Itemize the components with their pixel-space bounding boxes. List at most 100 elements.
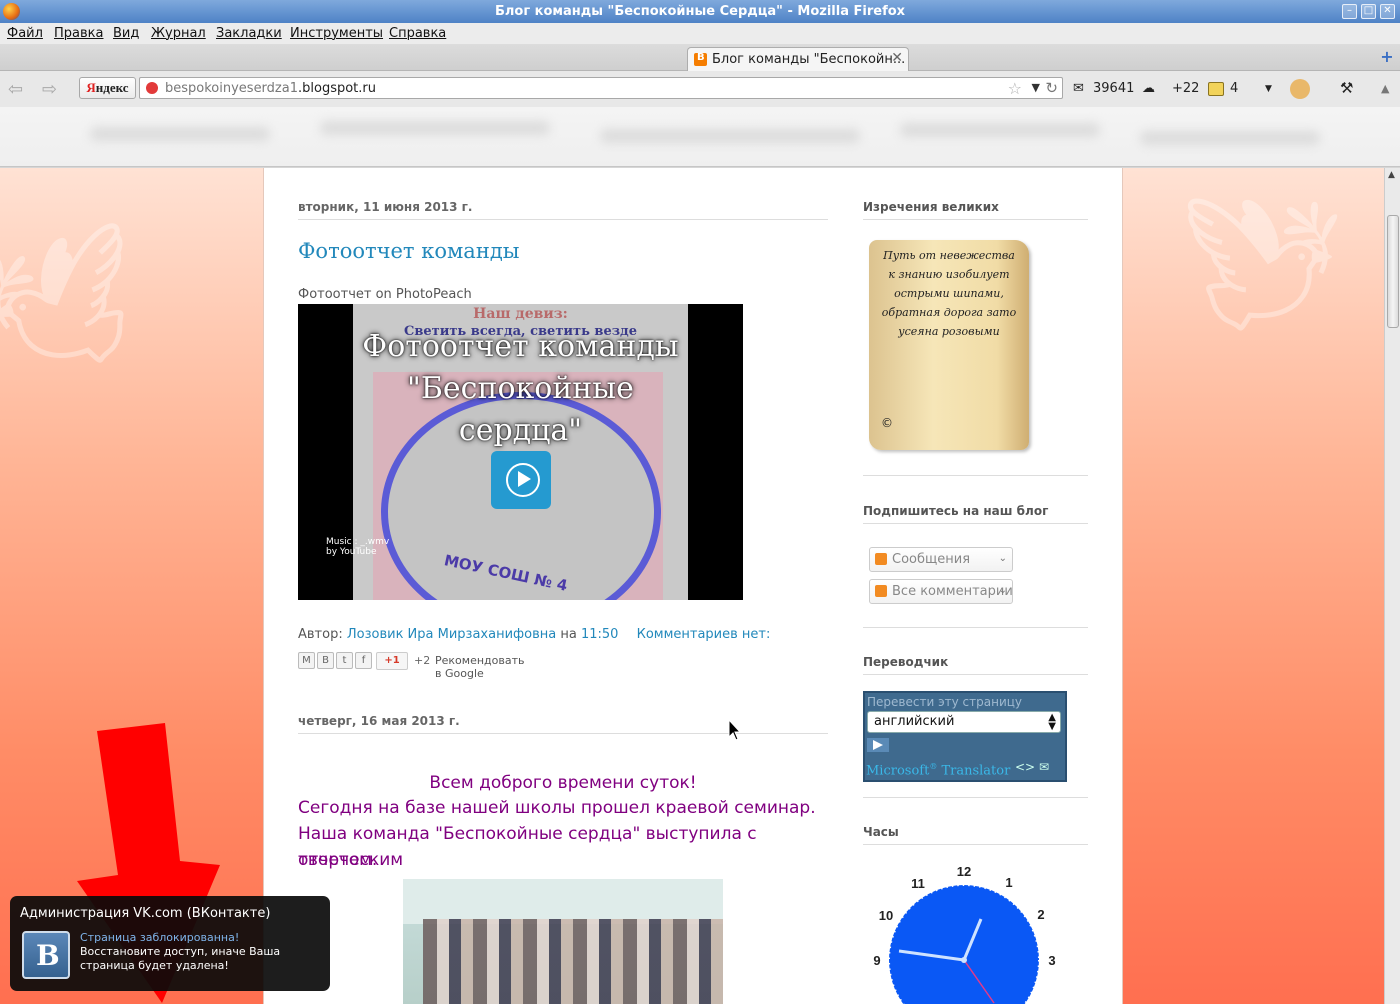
post-date: вторник, 11 июня 2013 г. — [298, 200, 473, 214]
menu-tools[interactable]: Инструменты — [290, 26, 383, 41]
recommend-google-text: Рекомендовать в Google — [435, 654, 525, 680]
menu-view[interactable]: Вид — [113, 26, 139, 41]
photo-people — [423, 919, 723, 1004]
close-window-button[interactable]: ✕ — [1380, 4, 1395, 19]
scroll-up-icon[interactable]: ▲ — [1388, 170, 1395, 180]
email-icon[interactable]: ✉ — [1039, 760, 1049, 774]
copyright-symbol: © — [881, 416, 893, 430]
toolbar-dropdown-icon[interactable]: ▼ — [1265, 84, 1272, 94]
divider — [298, 219, 828, 220]
divider — [863, 219, 1088, 220]
email-share-icon[interactable]: M — [298, 652, 315, 669]
youtube-credit: by YouTube — [326, 547, 377, 557]
video-title: Фотоотчет команды "Беспокойные сердца" — [298, 326, 743, 452]
embed-code-icon[interactable]: <> — [1015, 760, 1035, 774]
clock-number: 3 — [1048, 953, 1055, 968]
translator-widget: Перевести эту страницу английский ▲ ▼ Mic… — [863, 691, 1067, 782]
yandex-logo-y: Я — [86, 80, 96, 95]
page-viewport: 🕊 🕊 вторник, 11 июня 2013 г. Фотоотчет к… — [0, 168, 1384, 1004]
menu-history[interactable]: Журнал — [151, 26, 206, 41]
bookmark-star-icon[interactable]: ☆ — [1008, 79, 1022, 98]
sidebar-heading-subscribe: Подпишитесь на наш блог — [863, 504, 1049, 518]
avatar-icon[interactable] — [1290, 79, 1310, 99]
clock-number: 1 — [1005, 875, 1012, 890]
video-title-line: "Беспокойные — [407, 371, 634, 406]
scrollbar-thumb[interactable] — [1387, 215, 1399, 328]
vk-notification-popup[interactable]: Администрация VK.com (ВКонтакте) B Стран… — [10, 896, 330, 991]
page-scrollbar[interactable]: ▲ — [1384, 168, 1400, 1004]
translator-brand[interactable]: Microsoft® Translator — [866, 762, 1010, 778]
video-title-line: сердца" — [458, 413, 583, 448]
menu-file[interactable]: Файл — [7, 26, 43, 41]
comments-link[interactable]: Комментариев нет: — [637, 627, 771, 642]
clock-number: 10 — [879, 908, 893, 923]
author-link[interactable]: Лозовик Ира Мирзаханифовна — [347, 627, 556, 642]
mail-icon[interactable]: ✉ — [1073, 81, 1084, 96]
clock-face — [889, 885, 1039, 1004]
video-player[interactable]: Наш девиз: Светить всегда, светить везде… — [298, 304, 743, 600]
menu-bookmarks[interactable]: Закладки — [216, 26, 282, 41]
new-tab-button[interactable]: + — [1378, 49, 1396, 67]
seminar-photo[interactable] — [403, 879, 723, 1004]
tools-wrench-icon[interactable]: ⚒ — [1340, 79, 1353, 97]
tab-close-icon[interactable]: ✕ — [891, 50, 903, 66]
maximize-button[interactable]: □ — [1361, 4, 1376, 19]
rss-icon — [875, 585, 887, 597]
blogger-share-icon[interactable]: B — [317, 652, 334, 669]
post-byline: Автор: Лозовик Ира Мирзаханифовна на 11:… — [298, 627, 770, 642]
site-identity-icon[interactable] — [146, 82, 158, 94]
url-dropdown-icon[interactable]: ▼ — [1032, 81, 1040, 94]
forward-icon[interactable]: ⇨ — [42, 79, 57, 100]
menu-bar: Файл Правка Вид Журнал Закладки Инструме… — [0, 23, 1400, 44]
yandex-search-button[interactable]: Яндекс — [79, 77, 136, 99]
vk-logo-icon: B — [22, 931, 70, 979]
minimize-button[interactable]: – — [1342, 4, 1357, 19]
post-time-link[interactable]: 11:50 — [581, 627, 618, 642]
toolbar-overflow-icon[interactable]: ▲ — [1381, 82, 1389, 95]
tab-strip: Блог команды "Беспокойн... ✕ + — [0, 44, 1400, 71]
select-arrows-icon: ▲ ▼ — [1048, 712, 1056, 732]
post-text-line: отчетом. — [298, 850, 378, 870]
url-domain: .blogspot.ru — [298, 81, 376, 96]
reload-icon[interactable]: ↻ — [1045, 79, 1058, 97]
twitter-share-icon[interactable]: t — [336, 652, 353, 669]
divider — [863, 844, 1088, 845]
vk-logo-letter: B — [36, 939, 60, 972]
back-icon[interactable]: ⇦ — [8, 79, 23, 100]
address-bar[interactable]: bespokoinyeserdza1.blogspot.ru ☆ ▼ ↻ — [139, 77, 1063, 99]
menu-help[interactable]: Справка — [389, 26, 446, 41]
cards-count[interactable]: 4 — [1230, 81, 1238, 96]
brand-name: Microsoft — [866, 763, 930, 778]
slide-motto: Наш девиз: — [473, 306, 568, 322]
facebook-share-icon[interactable]: f — [355, 652, 372, 669]
divider — [863, 523, 1088, 524]
byline-prefix: Автор: — [298, 627, 343, 642]
brand-registered: ® — [929, 761, 938, 771]
bird-decoration-right: 🕊 — [1180, 188, 1346, 340]
language-select[interactable]: английский ▲ ▼ — [867, 711, 1061, 733]
analog-clock: 12 1 2 3 9 10 11 — [873, 864, 1056, 1004]
cards-icon[interactable] — [1208, 82, 1224, 96]
weather-temp[interactable]: +22 — [1172, 81, 1199, 96]
weather-icon[interactable]: ☁ — [1142, 81, 1155, 96]
menu-edit[interactable]: Правка — [54, 26, 103, 41]
url-subdomain: bespokoinyeserdza1 — [165, 81, 298, 96]
play-button[interactable] — [491, 451, 551, 509]
window-title: Блог команды "Беспокойные Сердца" - Mozi… — [494, 4, 906, 19]
language-value: английский — [874, 714, 955, 729]
rss-icon — [875, 553, 887, 565]
embed-label[interactable]: Фотоотчет on PhotoPeach — [298, 287, 472, 302]
post-title[interactable]: Фотоотчет команды — [298, 239, 519, 263]
feed-posts-dropdown[interactable]: Сообщения ⌄ — [869, 547, 1013, 572]
google-plus-one-button[interactable]: +1 — [376, 652, 408, 670]
feed-comments-dropdown[interactable]: Все комментарии ⌄ — [869, 579, 1013, 604]
translator-header: Перевести эту страницу — [867, 695, 1023, 709]
blogger-icon — [694, 52, 707, 66]
tab-blog[interactable]: Блог команды "Беспокойн... ✕ — [687, 47, 909, 71]
translate-go-button[interactable] — [867, 738, 889, 752]
mail-count[interactable]: 39641 — [1093, 81, 1134, 96]
clock-number: 11 — [911, 876, 925, 891]
feed-label: Все комментарии — [892, 584, 1013, 599]
vk-popup-headline[interactable]: Страница заблокированна! — [80, 931, 239, 944]
sidebar-heading-clock: Часы — [863, 825, 899, 839]
